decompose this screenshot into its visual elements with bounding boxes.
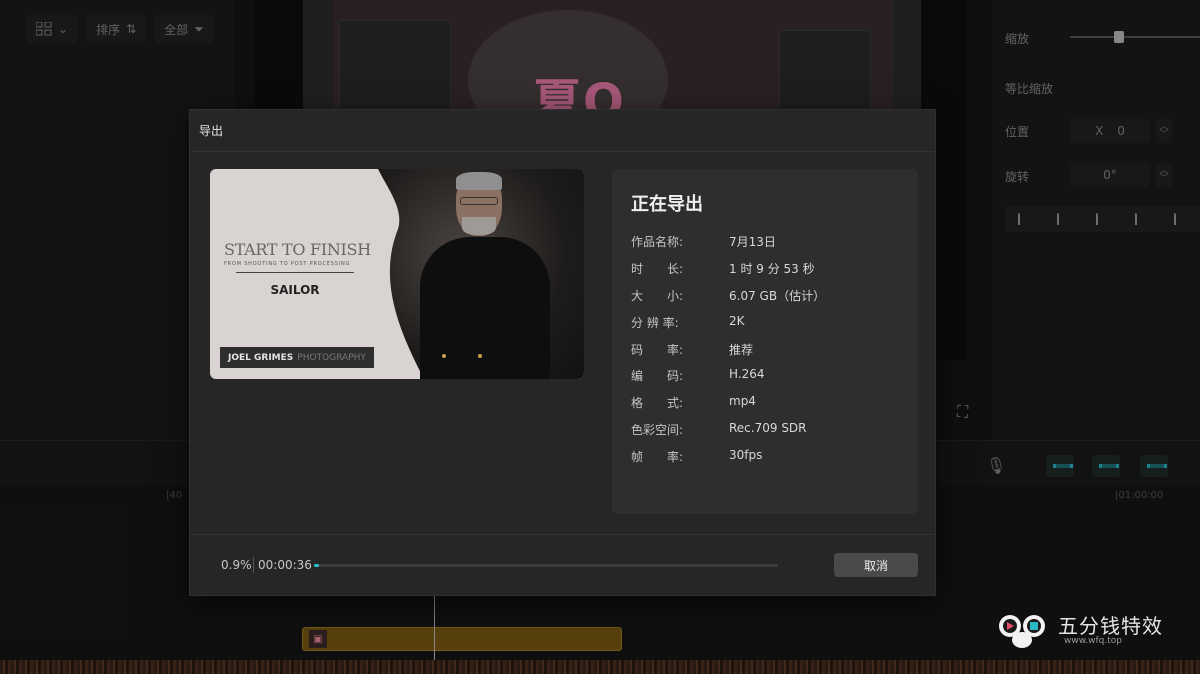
- export-info-panel: 正在导出 作品名称: 7月13日 时 长: 1 时 9 分 53 秒 大 小: …: [612, 169, 918, 514]
- coat-button: [442, 354, 446, 358]
- info-label: 色彩空间:: [631, 423, 684, 437]
- info-value: 30fps: [729, 448, 763, 462]
- info-row-duration: 时 长: 1 时 9 分 53 秒: [631, 260, 815, 277]
- info-value: Rec.709 SDR: [729, 421, 807, 435]
- info-value: 7月13日: [729, 235, 776, 249]
- info-value: H.264: [729, 367, 765, 381]
- info-label: 时 长:: [631, 262, 684, 276]
- thumbnail-portrait-coat: [420, 237, 550, 379]
- info-row-size: 大 小: 6.07 GB（估计）: [631, 287, 825, 304]
- info-value: 6.07 GB（估计）: [729, 289, 826, 303]
- info-value: 2K: [729, 314, 745, 328]
- info-row-frame-rate: 帧 率: 30fps: [631, 448, 762, 465]
- info-value: mp4: [729, 394, 756, 408]
- info-row-format: 格 式: mp4: [631, 394, 756, 411]
- thumbnail-name: SAILOR: [270, 283, 320, 297]
- elapsed-time: 00:00:36: [258, 558, 312, 572]
- info-label: 编 码:: [631, 369, 684, 383]
- info-row-codec: 编 码: H.264: [631, 367, 765, 384]
- watermark-url: www.wfq.top: [1064, 636, 1122, 646]
- info-label: 大 小:: [631, 289, 684, 303]
- info-label: 格 式:: [631, 396, 684, 410]
- watermark: 五分钱特效 www.wfq.top: [996, 606, 1196, 656]
- export-progress-fill: [314, 564, 319, 567]
- export-status-heading: 正在导出: [631, 194, 703, 215]
- watermark-logo-icon: [999, 615, 1045, 648]
- thumbnail-credit: JOEL GRIMES PHOTOGRAPHY: [220, 347, 374, 368]
- export-progress-bar: [314, 564, 778, 567]
- progress-separator: [253, 557, 254, 573]
- thumbnail-subtitle: FROM SHOOTING TO POST PROCESSING: [224, 261, 351, 267]
- watermark-text: 五分钱特效: [1058, 614, 1163, 638]
- thumbnail-portrait-hair: [456, 172, 502, 190]
- info-label: 分 辨 率:: [631, 316, 679, 330]
- thumbnail-title: START TO FINISH: [224, 240, 371, 259]
- export-dialog: 导出 START TO FINISH FROM SHOOTING TO POST…: [189, 109, 936, 596]
- info-value: 1 时 9 分 53 秒: [729, 262, 815, 276]
- info-row-bitrate: 码 率: 推荐: [631, 341, 753, 358]
- thumbnail-divider: [236, 272, 354, 273]
- credit-name: JOEL GRIMES: [228, 352, 294, 363]
- progress-percent: 0.9%: [221, 558, 252, 572]
- info-label: 帧 率:: [631, 450, 684, 464]
- dialog-title: 导出: [199, 124, 224, 138]
- dialog-footer-divider: [190, 534, 935, 535]
- credit-suffix: PHOTOGRAPHY: [297, 352, 366, 363]
- app-root: ⌄ 排序 ⇅ 全部 ⏷ 夏Q ⛶ 缩放 等比缩放 位置 X 0 ︿ ﹀ 旋转 0°…: [0, 0, 1200, 674]
- info-label: 作品名称:: [631, 235, 684, 249]
- thumbnail-portrait-beard: [462, 217, 496, 235]
- coat-button: [478, 354, 482, 358]
- info-value: 推荐: [729, 343, 754, 357]
- info-row-resolution: 分 辨 率: 2K: [631, 314, 745, 331]
- thumbnail-portrait-glasses: [460, 197, 498, 205]
- info-row-color-space: 色彩空间: Rec.709 SDR: [631, 421, 807, 438]
- info-label: 码 率:: [631, 343, 684, 357]
- info-row-name: 作品名称: 7月13日: [631, 233, 776, 250]
- cancel-button[interactable]: 取消: [834, 553, 918, 577]
- dialog-header: 导出: [190, 110, 935, 152]
- export-thumbnail: START TO FINISH FROM SHOOTING TO POST PR…: [210, 169, 584, 379]
